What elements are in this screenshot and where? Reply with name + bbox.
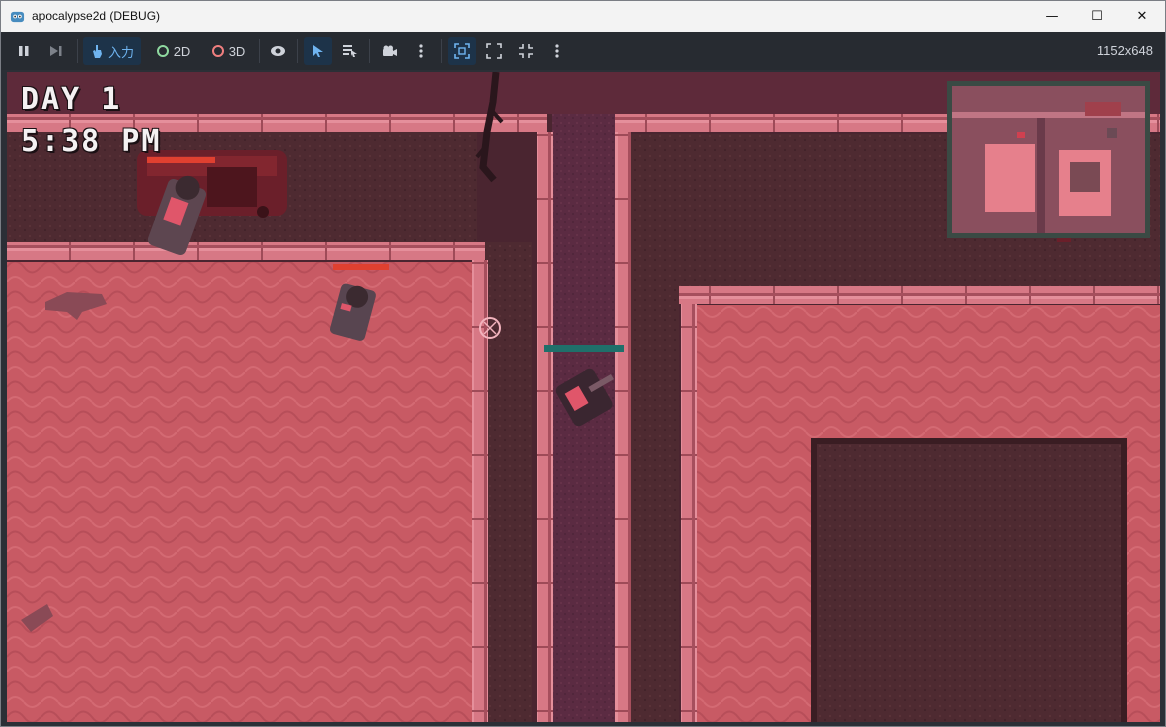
fullscreen-corners-icon (486, 43, 502, 59)
title-bar[interactable]: apocalypse2d (DEBUG) — ☐ ✕ (1, 1, 1165, 32)
kebab-menu-icon (555, 44, 559, 58)
game-viewport[interactable]: DAY 1 5:38 PM (7, 72, 1160, 722)
kebab-menu-icon (419, 44, 423, 58)
wall-road-right (615, 132, 631, 722)
minimize-button[interactable]: — (1029, 1, 1075, 32)
circle-2d-icon (156, 45, 169, 57)
embed-options-button[interactable] (547, 37, 567, 65)
fit-window-button[interactable] (481, 37, 507, 65)
maximize-icon: ☐ (1091, 9, 1103, 24)
maximize-button[interactable]: ☐ (1074, 1, 1120, 32)
embed-window-button[interactable] (448, 37, 476, 65)
floor-room-left (7, 262, 472, 722)
toolbar-separator (441, 39, 442, 63)
next-frame-button[interactable] (43, 37, 69, 65)
game-scene (7, 72, 1160, 722)
hud-time: 5:38 PM (21, 124, 162, 159)
camera-override-button[interactable] (377, 37, 403, 65)
toolbar-separator (259, 39, 260, 63)
hand-icon (92, 45, 102, 58)
close-icon: ✕ (1136, 9, 1148, 24)
player-health-bar (544, 345, 624, 352)
debug-toolbar: 入力 2D 3D 1152x648 (1, 32, 1165, 70)
pit-edge (811, 438, 817, 722)
list-select-button[interactable] (337, 37, 363, 65)
pause-button[interactable] (11, 37, 37, 65)
window-title: apocalypse2d (DEBUG) (32, 9, 161, 23)
wall-room-right-top (679, 286, 1160, 304)
pit-edge (1121, 438, 1127, 722)
circle-3d-icon (211, 45, 224, 57)
shrink-corners-icon (519, 44, 533, 58)
list-select-icon (343, 45, 357, 57)
toolbar-separator (369, 39, 370, 63)
next-frame-icon (50, 46, 62, 56)
wall-road-left (537, 132, 553, 722)
embed-frame-icon (454, 43, 470, 59)
pause-icon (19, 46, 29, 56)
minimize-icon: — (1045, 9, 1059, 24)
visibility-button[interactable] (265, 37, 291, 65)
wall-room-left-top (7, 242, 485, 260)
toolbar-separator (77, 39, 78, 63)
toolbar-separator (297, 39, 298, 63)
camera-icon (383, 45, 397, 56)
mode-2d-button[interactable]: 2D (148, 37, 198, 65)
dirt-pit (811, 438, 1127, 722)
cursor-arrow-icon (313, 45, 323, 57)
mode-3d-label: 3D (228, 43, 246, 59)
input-mode-label: 入力 (107, 44, 134, 60)
wall-room-right-left (681, 304, 697, 722)
keep-aspect-button[interactable] (513, 37, 539, 65)
resolution-readout: 1152x648 (1096, 43, 1153, 58)
input-mode-button[interactable]: 入力 (83, 37, 141, 65)
minimap (947, 81, 1150, 238)
app-window: apocalypse2d (DEBUG) — ☐ ✕ 入力 2D 3D 1152… (0, 0, 1166, 727)
eye-icon (271, 46, 285, 56)
enemy-health-bar (333, 264, 389, 270)
close-button[interactable]: ✕ (1119, 1, 1165, 32)
select-tool-button[interactable] (304, 37, 332, 65)
hud-day: DAY 1 (21, 82, 122, 117)
godot-app-icon (10, 11, 25, 23)
pit-edge (811, 438, 1127, 444)
camera-options-button[interactable] (411, 37, 431, 65)
mode-2d-label: 2D (173, 43, 191, 59)
mode-3d-button[interactable]: 3D (203, 37, 253, 65)
